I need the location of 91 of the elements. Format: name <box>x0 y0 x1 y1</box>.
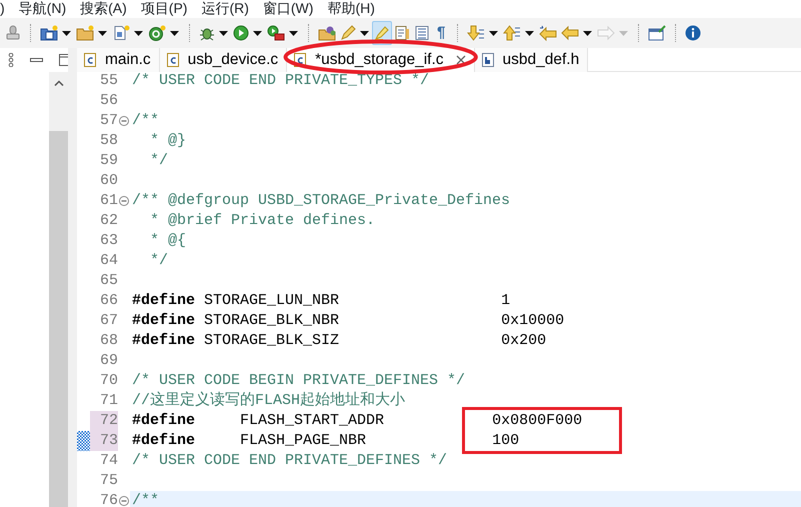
line-number: 57 <box>98 111 118 131</box>
code-comment: */ <box>149 152 168 169</box>
arrow-up-icon <box>503 25 522 41</box>
caret-icon <box>219 30 228 36</box>
line-number: 71 <box>98 391 118 411</box>
menu-item[interactable]: 项目(P) <box>140 0 188 18</box>
scroll-up-icon <box>54 80 64 86</box>
window-icon <box>648 25 666 41</box>
arrow-left-star-icon <box>539 25 558 41</box>
toolbar-button[interactable]: ¶ <box>432 21 450 45</box>
code-comment: /** <box>132 112 160 129</box>
line-number: 68 <box>98 331 118 351</box>
highlighter-icon <box>374 25 390 41</box>
code-line: #define FLASH_PAGE_NBR 100 <box>132 432 520 449</box>
line-number: 63 <box>98 231 118 251</box>
file-icon <box>112 25 130 41</box>
code-line: #define STORAGE_BLK_NBR 0x10000 <box>132 312 564 329</box>
line-number: 69 <box>98 351 118 371</box>
line-number: 60 <box>98 171 118 191</box>
caret-icon <box>289 30 298 36</box>
header-file-icon <box>480 52 495 68</box>
caret-icon <box>62 30 71 36</box>
code-line: #define FLASH_START_ADDR 0x0800F000 <box>132 412 582 429</box>
minimize-button[interactable] <box>30 58 43 62</box>
arrow-right-icon <box>597 25 616 41</box>
line-number: 56 <box>98 91 118 111</box>
line-number: 64 <box>98 251 118 271</box>
source-file-icon <box>166 52 180 68</box>
caret-icon <box>170 30 179 36</box>
code-comment: */ <box>149 252 168 269</box>
menu-item[interactable]: 帮助(H) <box>327 0 375 18</box>
menu-item[interactable]: 运行(R) <box>201 0 249 18</box>
menu-item[interactable]: ) <box>0 0 5 18</box>
folder-icon <box>76 25 94 41</box>
caret-icon <box>253 30 262 36</box>
code-comment: * @} <box>149 132 186 149</box>
editor-tab[interactable]: usb_device.c <box>160 48 288 72</box>
code-comment: /** <box>132 492 160 507</box>
editor-tab[interactable]: main.c <box>77 48 160 72</box>
code-comment: /* USER CODE END PRIVATE_TYPES */ <box>132 72 430 89</box>
code-comment: /* USER CODE BEGIN PRIVATE_DEFINES */ <box>132 372 466 389</box>
folder-icon <box>40 25 58 41</box>
code-line: #define STORAGE_BLK_SIZ 0x200 <box>132 332 546 349</box>
pencil-icon <box>340 25 356 41</box>
collapse-icon[interactable] <box>119 116 129 126</box>
line-number: 58 <box>98 131 118 151</box>
view-menu-button[interactable] <box>8 53 14 67</box>
view-menu-icon <box>8 53 14 67</box>
line-number: 59 <box>98 151 118 171</box>
line-number: 70 <box>98 371 118 391</box>
caret-icon <box>98 30 107 36</box>
list-icon <box>414 25 430 41</box>
code-comment: /** @defgroup USBD_STORAGE_Private_Defines <box>132 192 510 209</box>
folder-icon <box>318 25 336 41</box>
line-number: 65 <box>98 271 118 291</box>
line-number: 62 <box>98 211 118 231</box>
code-comment: * @brief Private defines. <box>149 212 376 229</box>
caret-icon <box>583 30 592 36</box>
caret-icon <box>134 30 143 36</box>
line-number: 76 <box>98 491 118 507</box>
line-number: 55 <box>98 71 118 91</box>
collapse-icon[interactable] <box>119 496 129 506</box>
play-icon <box>233 25 249 41</box>
collapse-icon[interactable] <box>119 196 129 206</box>
menu-item[interactable]: 搜索(A) <box>80 0 127 18</box>
arrow-down-icon <box>467 25 486 41</box>
line-number: 72 <box>90 411 118 431</box>
caret-icon <box>525 30 534 36</box>
code-line: #define STORAGE_LUN_NBR 1 <box>132 292 510 309</box>
line-number: 66 <box>98 291 118 311</box>
arrow-left-icon <box>561 25 580 41</box>
line-number: 73 <box>90 431 118 451</box>
menu-item[interactable]: 窗口(W) <box>262 0 314 18</box>
caret-icon <box>360 30 369 36</box>
line-number: 75 <box>98 471 118 491</box>
editor-tab[interactable]: usbd_def.h <box>474 48 588 72</box>
play-toolbox-icon <box>267 25 285 41</box>
source-file-icon <box>83 52 97 68</box>
line-number: 67 <box>98 311 118 331</box>
close-icon <box>456 55 466 65</box>
line-number: 61 <box>98 191 118 211</box>
minimize-icon <box>30 58 43 62</box>
document-icon <box>394 25 410 41</box>
menu-item[interactable]: 导航(N) <box>18 0 66 18</box>
code-comment: /* USER CODE END PRIVATE_DEFINES */ <box>132 452 448 469</box>
code-comment: //这里定义读写的FLASH起始地址和大小 <box>132 392 406 409</box>
code-comment: * @{ <box>149 232 186 249</box>
info-icon <box>685 25 702 41</box>
caret-icon <box>619 30 628 36</box>
line-number: 74 <box>98 451 118 471</box>
caret-icon <box>489 30 498 36</box>
